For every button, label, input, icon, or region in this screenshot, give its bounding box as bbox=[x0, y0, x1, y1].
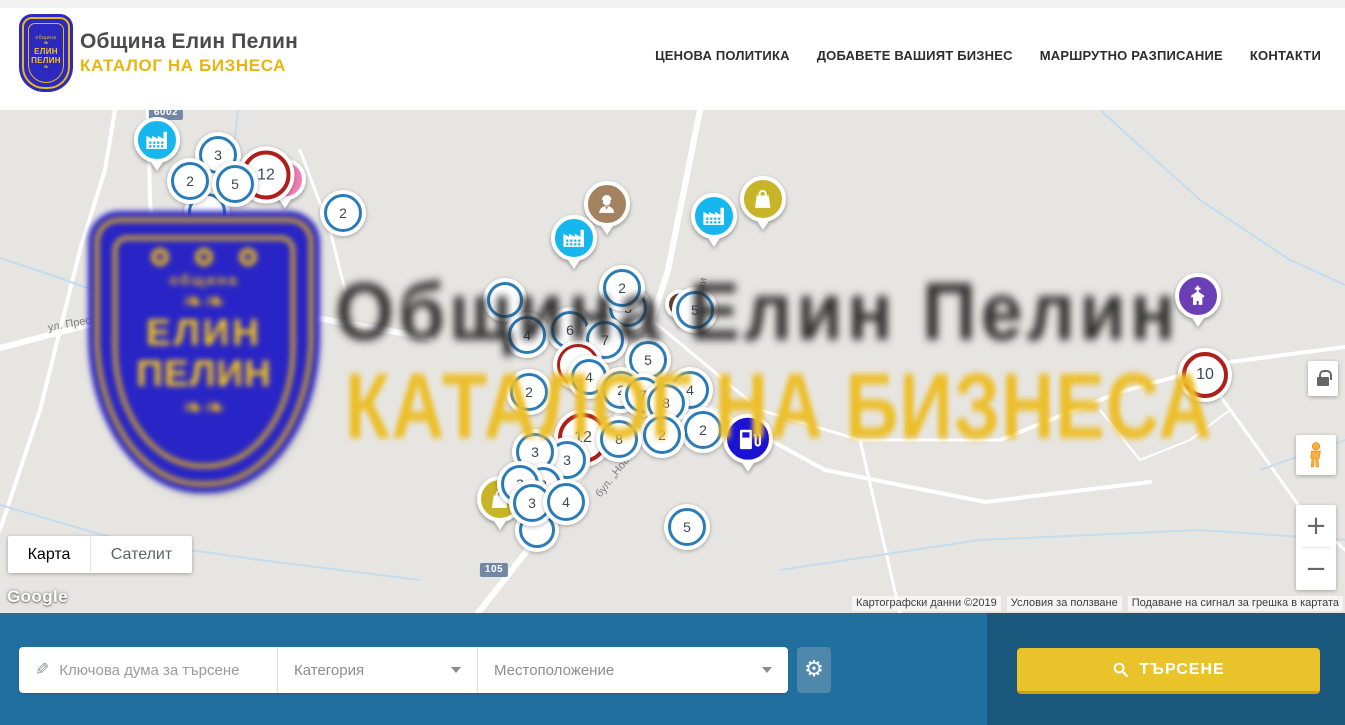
pegman-streetview-button[interactable] bbox=[1296, 435, 1336, 475]
nav-item-pricing[interactable]: ЦЕНОВА ПОЛИТИКА bbox=[655, 48, 790, 63]
map-cluster[interactable]: 4 bbox=[543, 479, 589, 525]
terms-of-use-link[interactable]: Условия за ползване bbox=[1007, 596, 1122, 611]
location-dropdown-label: Местоположение bbox=[494, 662, 614, 679]
cluster-count: 3 bbox=[528, 495, 536, 511]
municipality-logo: община ❧ ЕЛИН ПЕЛИН ❧ bbox=[22, 17, 70, 89]
cluster-count: 2 bbox=[339, 205, 347, 221]
cluster-count: 2 bbox=[658, 427, 666, 443]
main-nav: ЦЕНОВА ПОЛИТИКА ДОБАВЕТЕ ВАШИЯТ БИЗНЕС М… bbox=[655, 0, 1321, 110]
brand[interactable]: община ❧ ЕЛИН ПЕЛИН ❧ Община Елин Пелин … bbox=[22, 17, 298, 89]
map-cluster[interactable]: 4 bbox=[504, 312, 550, 358]
map-cluster[interactable]: 2 bbox=[506, 369, 552, 415]
cluster-count: 5 bbox=[231, 176, 239, 192]
keyword-field-wrap: ✎ bbox=[19, 647, 278, 693]
cluster-count: 5 bbox=[691, 302, 699, 318]
emblem-border bbox=[28, 23, 64, 83]
map-cluster[interactable]: 5 bbox=[664, 504, 710, 550]
advanced-search-button[interactable]: ⚙ bbox=[797, 647, 831, 693]
map-clusters-layer: 312252325467542274822128338334510 bbox=[0, 110, 1345, 613]
search-button-label: ТЪРСЕНЕ bbox=[1139, 661, 1224, 679]
category-dropdown[interactable]: Категория bbox=[278, 647, 478, 693]
map-attribution: Картографски данни ©2019 Условия за полз… bbox=[852, 596, 1343, 611]
site-header: община ❧ ЕЛИН ПЕЛИН ❧ Община Елин Пелин … bbox=[0, 0, 1345, 110]
map-cluster[interactable]: 2 bbox=[680, 407, 726, 453]
cluster-count: 7 bbox=[601, 332, 609, 348]
google-logo[interactable]: Google bbox=[7, 587, 68, 607]
cluster-count: 10 bbox=[1196, 366, 1214, 384]
cluster-count: 3 bbox=[214, 147, 222, 163]
gear-icon: ⚙ bbox=[804, 659, 824, 681]
nav-item-contacts[interactable]: КОНТАКТИ bbox=[1250, 48, 1321, 63]
location-dropdown[interactable]: Местоположение bbox=[478, 647, 788, 693]
cluster-count: 4 bbox=[562, 494, 570, 510]
cluster-count: 2 bbox=[618, 280, 626, 296]
cluster-count: 3 bbox=[563, 452, 571, 468]
map-canvas[interactable]: ул. Преславбул. „Новоселции6002105 31225… bbox=[0, 110, 1345, 613]
map-cluster[interactable]: 8 bbox=[596, 416, 642, 462]
search-submit-button[interactable]: ТЪРСЕНЕ bbox=[1017, 648, 1320, 694]
map-cluster[interactable]: 5 bbox=[212, 161, 258, 207]
zoom-out-button[interactable]: − bbox=[1296, 548, 1336, 590]
cluster-count: 5 bbox=[644, 352, 652, 368]
map-cluster[interactable]: 2 bbox=[167, 158, 213, 204]
chevron-down-icon bbox=[451, 667, 461, 673]
zoom-in-button[interactable]: + bbox=[1296, 505, 1336, 547]
zoom-control: + − bbox=[1296, 505, 1336, 590]
keyword-search-input[interactable] bbox=[59, 662, 265, 679]
cluster-count: 12 bbox=[257, 166, 275, 184]
maptype-satellite-button[interactable]: Сателит bbox=[91, 536, 192, 573]
map-cluster[interactable]: 5 bbox=[672, 287, 718, 333]
cluster-count: 6 bbox=[566, 322, 574, 338]
cluster-count: 5 bbox=[683, 519, 691, 535]
cluster-count: 4 bbox=[585, 369, 593, 385]
maptype-map-button[interactable]: Карта bbox=[8, 536, 91, 573]
nav-item-add-business[interactable]: ДОБАВЕТЕ ВАШИЯТ БИЗНЕС bbox=[817, 48, 1013, 63]
map-data-copyright: Картографски данни ©2019 bbox=[852, 596, 1001, 611]
site-subtitle: КАТАЛОГ НА БИЗНЕСА bbox=[80, 56, 298, 76]
pencil-icon: ✎ bbox=[35, 660, 49, 680]
cluster-count: 8 bbox=[615, 431, 623, 447]
report-map-error-link[interactable]: Подаване на сигнал за грешка в картата bbox=[1128, 596, 1343, 611]
pegman-icon bbox=[1303, 440, 1329, 470]
brand-text: Община Елин Пелин КАТАЛОГ НА БИЗНЕСА bbox=[80, 30, 298, 76]
page: община ❧ ЕЛИН ПЕЛИН ❧ Община Елин Пелин … bbox=[0, 0, 1345, 725]
cluster-count: 2 bbox=[699, 422, 707, 438]
search-bar: ✎ Категория Местоположение ⚙ ТЪРСЕНЕ bbox=[0, 613, 1345, 725]
cluster-count: 8 bbox=[662, 395, 670, 411]
cluster-count: 2 bbox=[186, 173, 194, 189]
map-cluster[interactable]: 2 bbox=[320, 190, 366, 236]
search-icon bbox=[1112, 661, 1129, 678]
map-cluster[interactable]: 2 bbox=[639, 412, 685, 458]
cluster-count: 3 bbox=[531, 444, 539, 460]
lock-button[interactable] bbox=[1308, 361, 1338, 396]
nav-item-route-schedule[interactable]: МАРШРУТНО РАЗПИСАНИЕ bbox=[1040, 48, 1223, 63]
cluster-count: 2 bbox=[525, 384, 533, 400]
site-title: Община Елин Пелин bbox=[80, 30, 298, 54]
search-fields-group: ✎ Категория Местоположение bbox=[19, 647, 788, 693]
cluster-count: 4 bbox=[523, 327, 531, 343]
map-cluster[interactable]: 2 bbox=[599, 265, 645, 311]
chevron-down-icon bbox=[762, 667, 772, 673]
category-dropdown-label: Категория bbox=[294, 662, 364, 679]
map-cluster[interactable]: 10 bbox=[1178, 348, 1232, 402]
maptype-control: Карта Сателит bbox=[8, 536, 192, 573]
lock-icon bbox=[1317, 377, 1329, 386]
